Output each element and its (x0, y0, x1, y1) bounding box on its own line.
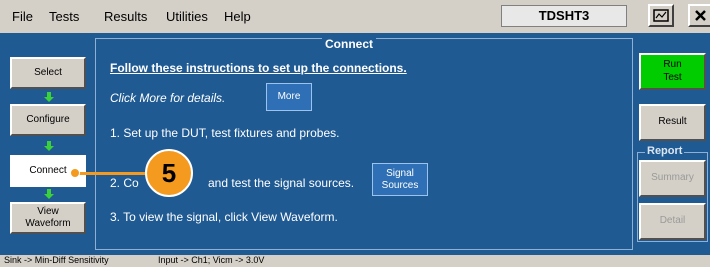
menu-utilities[interactable]: Utilities (166, 9, 208, 24)
view-waveform-button[interactable]: View Waveform (10, 202, 86, 234)
signal-sources-button[interactable]: Signal Sources (372, 163, 428, 196)
close-x-icon (695, 10, 706, 21)
menu-results[interactable]: Results (104, 9, 147, 24)
close-window-button[interactable] (688, 4, 710, 27)
view-waveform-label: View Waveform (25, 205, 71, 230)
more-button-label: More (277, 91, 301, 102)
step-2-prefix: 2. Co (110, 176, 139, 190)
result-button-label: Result (658, 116, 687, 128)
callout-dot (70, 168, 80, 178)
callout-leader-line (75, 172, 150, 175)
select-button[interactable]: Select (10, 57, 86, 89)
run-test-label: Run Test (663, 59, 682, 83)
run-test-button[interactable]: Run Test (639, 53, 706, 90)
app-title: TDSHT3 (501, 5, 627, 27)
step-3-text: 3. To view the signal, click View Wavefo… (110, 210, 338, 224)
instructions-heading: Follow these instructions to set up the … (110, 61, 407, 75)
click-more-text: Click More for details. (110, 91, 226, 105)
signal-sources-label: Signal Sources (381, 167, 419, 191)
green-down-arrow-icon (44, 141, 54, 151)
detail-button-label: Detail (659, 215, 686, 227)
status-bar: Sink -> Min-Diff Sensitivity Input -> Ch… (0, 255, 710, 267)
green-down-arrow-icon (44, 189, 54, 199)
status-input: Input -> Ch1; Vicm -> 3.0V (158, 255, 265, 265)
menu-file[interactable]: File (12, 9, 33, 24)
connect-button-label: Connect (29, 164, 67, 176)
report-group-title: Report (645, 145, 685, 157)
detail-button[interactable]: Detail (639, 203, 706, 240)
green-down-arrow-icon (44, 92, 54, 102)
step-2-text: and test the signal sources. (208, 176, 355, 190)
configure-button[interactable]: Configure (10, 104, 86, 136)
more-button[interactable]: More (266, 83, 312, 111)
step-callout: 5 (145, 149, 193, 197)
step-1-text: 1. Set up the DUT, test fixtures and pro… (110, 126, 340, 140)
summary-button[interactable]: Summary (639, 160, 706, 197)
configure-button-label: Configure (26, 113, 70, 125)
status-sink: Sink -> Min-Diff Sensitivity (4, 255, 109, 265)
select-button-label: Select (34, 66, 62, 78)
result-button[interactable]: Result (639, 104, 706, 141)
restore-window-icon (653, 9, 669, 22)
menu-help[interactable]: Help (224, 9, 251, 24)
connect-frame-title: Connect (322, 37, 376, 51)
menu-bar: File Tests Results Utilities Help TDSHT3 (0, 0, 710, 32)
restore-window-button[interactable] (648, 4, 674, 27)
menu-tests[interactable]: Tests (49, 9, 79, 24)
summary-button-label: Summary (651, 172, 694, 184)
